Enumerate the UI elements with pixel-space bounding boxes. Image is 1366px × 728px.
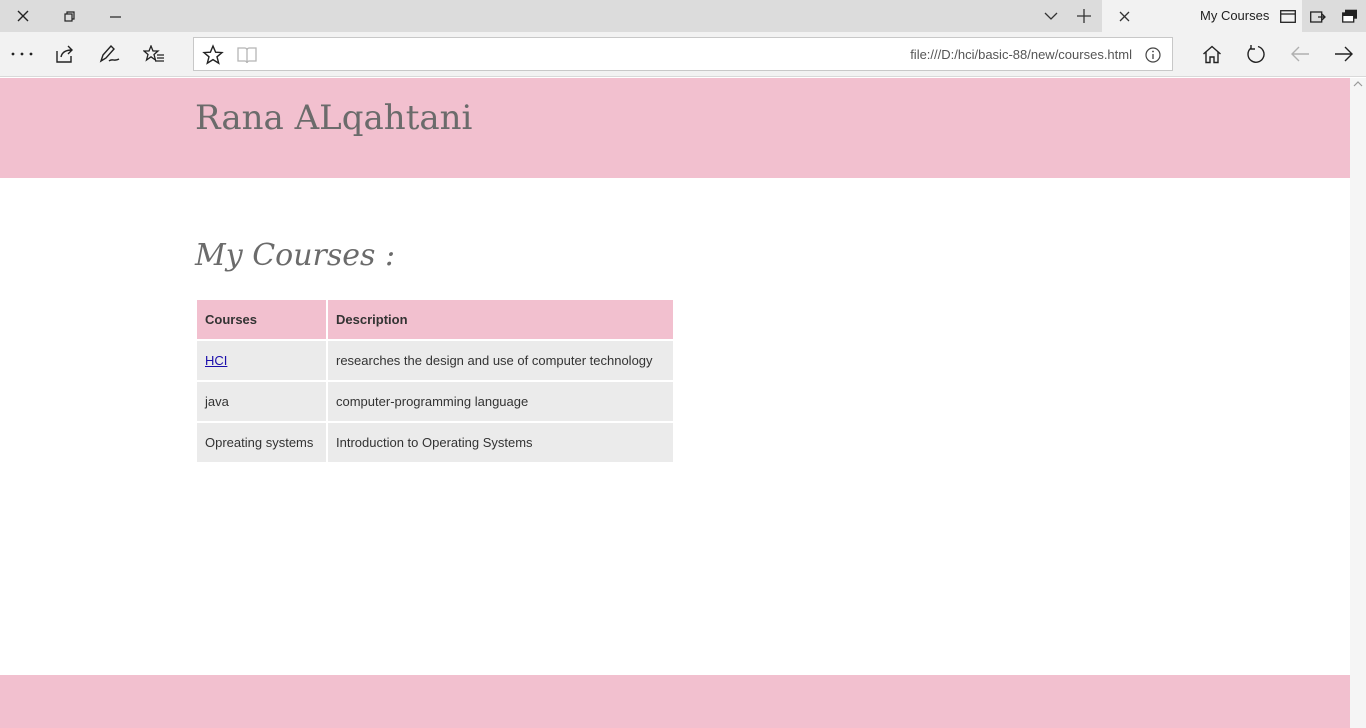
more-button[interactable] [0,32,44,76]
table-header-row: Courses Description [197,300,673,339]
description-cell: researches the design and use of compute… [328,341,673,380]
favorites-hub-icon [143,45,164,62]
home-button[interactable] [1190,32,1234,76]
favorite-star-icon[interactable] [202,44,224,66]
web-page: Rana ALqahtani My Courses : Courses Desc… [0,78,1350,728]
tab-preview-icon [1280,9,1296,23]
address-bar[interactable]: file:///D:/hci/basic-88/new/courses.html [193,37,1173,71]
home-icon [1203,45,1221,63]
forward-button[interactable] [1322,32,1366,76]
tab-title: My Courses [1200,8,1270,23]
description-cell: Introduction to Operating Systems [328,423,673,462]
table-row: HCI researches the design and use of com… [197,341,673,380]
site-footer [0,675,1350,728]
browser-toolbar: file:///D:/hci/basic-88/new/courses.html [0,32,1366,77]
restore-icon [63,10,75,22]
table-row: java computer-programming language [197,382,673,421]
hci-course-link[interactable]: HCI [205,353,227,368]
favorites-hub-button[interactable] [132,32,176,76]
back-arrow-icon [1291,46,1309,62]
courses-table: Courses Description HCI researches the d… [195,298,675,464]
share-icon [56,45,73,63]
new-tab-button[interactable] [1068,0,1100,32]
close-window-icon [17,10,29,22]
column-header-courses: Courses [197,300,326,339]
url-text[interactable]: file:///D:/hci/basic-88/new/courses.html [910,47,1132,62]
refresh-button[interactable] [1234,32,1278,76]
site-header: Rana ALqahtani [0,78,1350,178]
description-cell: computer-programming language [328,382,673,421]
vertical-scrollbar[interactable] [1350,78,1366,728]
web-note-button[interactable] [88,32,132,76]
close-window-button[interactable] [0,0,46,32]
tab-list-button[interactable] [1035,0,1067,32]
minimize-icon [109,15,121,18]
site-info-icon[interactable] [1144,46,1162,64]
forward-arrow-icon [1335,46,1353,62]
tabs-aside-button[interactable] [1334,0,1366,32]
scroll-up-arrow-icon[interactable] [1353,80,1363,88]
more-icon [11,52,33,56]
back-button[interactable] [1278,32,1322,76]
web-note-icon [99,45,120,63]
restore-window-button[interactable] [46,0,92,32]
section-title: My Courses : [195,238,396,273]
course-cell: HCI [197,341,326,380]
refresh-icon [1247,45,1265,63]
reading-view-icon[interactable] [236,44,258,66]
table-row: Opreating systems Introduction to Operat… [197,423,673,462]
course-cell: Opreating systems [197,423,326,462]
set-aside-tabs-button[interactable] [1302,0,1334,32]
column-header-description: Description [328,300,673,339]
minimize-window-button[interactable] [92,0,138,32]
new-tab-plus-icon [1077,9,1091,23]
site-name: Rana ALqahtani [195,98,473,138]
close-tab-icon [1119,11,1129,21]
tab-list-chevron-icon [1044,12,1058,20]
close-tab-button[interactable] [1108,0,1140,32]
tabs-aside-icon [1342,9,1357,23]
active-tab[interactable]: My Courses [1102,0,1302,32]
set-aside-tabs-icon [1310,10,1326,23]
tab-preview-button[interactable] [1276,0,1300,32]
share-button[interactable] [43,32,87,76]
course-cell: java [197,382,326,421]
browser-title-bar: My Courses [0,0,1366,32]
